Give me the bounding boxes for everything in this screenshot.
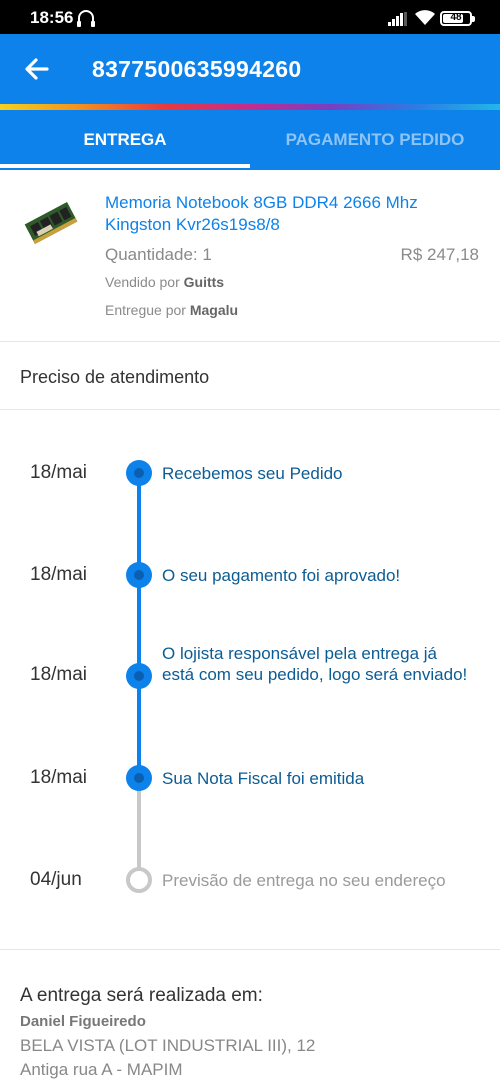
step-done-dot-icon xyxy=(126,663,152,689)
product-card: Memoria Notebook 8GB DDR4 2666 Mhz Kings… xyxy=(0,170,500,342)
step-date: 18/mai xyxy=(30,564,88,585)
tab-bar: ENTREGA PAGAMENTO PEDIDO xyxy=(0,110,500,170)
address-line-2: Antiga rua A - MAPIM xyxy=(20,1060,183,1079)
deliverer-name: Magalu xyxy=(189,302,239,318)
order-tracking-screen: 18:56 48 8377500635994260 ENTREGA PAGAME… xyxy=(0,0,500,1082)
product-price: R$ 247,18 xyxy=(400,245,479,264)
timeline-progress-line xyxy=(137,473,141,779)
step-text: O seu pagamento foi aprovado! xyxy=(162,566,401,585)
arrow-left-icon xyxy=(25,58,49,80)
step-date: 18/mai xyxy=(30,462,88,483)
app-bar: 8377500635994260 xyxy=(0,34,500,104)
order-timeline: 18/mai Recebemos seu Pedido 18/mai O seu… xyxy=(0,410,500,950)
tab-entrega[interactable]: ENTREGA xyxy=(0,110,250,170)
seller-label: Vendido por xyxy=(105,274,180,290)
signal-icon xyxy=(388,12,408,26)
headphone-icon xyxy=(77,10,95,27)
status-bar: 18:56 48 xyxy=(0,0,500,34)
delivery-address: A entrega será realizada em: Daniel Figu… xyxy=(0,950,500,1082)
timeline-pending-line xyxy=(137,779,141,879)
tab-pagamento-pedido[interactable]: PAGAMENTO PEDIDO xyxy=(250,110,500,170)
status-time: 18:56 xyxy=(30,8,74,27)
step-done-dot-icon xyxy=(126,460,152,486)
step-done-dot-icon xyxy=(126,562,152,588)
deliverer-label: Entregue por xyxy=(105,302,186,318)
wifi-icon xyxy=(415,10,435,25)
step-done-dot-icon xyxy=(126,765,152,791)
step-text: O lojista responsável pela entrega já es… xyxy=(162,644,468,684)
seller-info: Vendido por Guitts xyxy=(105,274,224,290)
battery-icon: 48 xyxy=(440,11,475,26)
product-quantity: Quantidade: 1 xyxy=(105,245,212,264)
step-text: Previsão de entrega no seu endereço xyxy=(162,871,446,890)
step-date: 04/jun xyxy=(30,869,82,890)
step-text: Recebemos seu Pedido xyxy=(162,464,343,483)
help-row[interactable]: Preciso de atendimento xyxy=(0,342,500,410)
help-label: Preciso de atendimento xyxy=(20,367,210,387)
product-name-link[interactable]: Memoria Notebook 8GB DDR4 2666 Mhz Kings… xyxy=(105,192,475,236)
back-button[interactable] xyxy=(18,50,56,88)
step-text: Sua Nota Fiscal foi emitida xyxy=(162,769,365,788)
product-image xyxy=(24,202,78,244)
recipient-name: Daniel Figueiredo xyxy=(20,1013,146,1030)
deliverer-info: Entregue por Magalu xyxy=(105,302,238,318)
address-title: A entrega será realizada em: xyxy=(20,985,263,1006)
seller-name: Guitts xyxy=(183,274,225,290)
order-number-title: 8377500635994260 xyxy=(92,56,302,82)
step-date: 18/mai xyxy=(30,767,88,788)
active-tab-indicator xyxy=(0,164,250,168)
battery-level: 48 xyxy=(450,12,462,23)
step-date: 18/mai xyxy=(30,664,88,685)
step-pending-dot-icon xyxy=(126,867,152,893)
address-line-1: BELA VISTA (LOT INDUSTRIAL III), 12 xyxy=(20,1036,316,1055)
